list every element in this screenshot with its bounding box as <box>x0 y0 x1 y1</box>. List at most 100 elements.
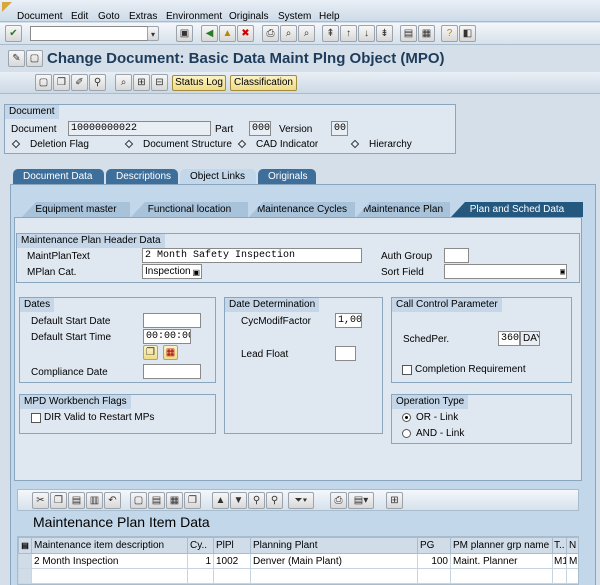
column-header[interactable]: PlPl <box>213 537 251 554</box>
layout-menu-icon[interactable]: ◧ <box>459 25 476 42</box>
paste-icon[interactable]: ▤ <box>68 492 85 509</box>
find-row-icon[interactable]: ⚲ <box>248 492 265 509</box>
copy-document-icon[interactable]: ❐ <box>53 74 70 91</box>
tab-maintenance-plan[interactable]: Maintenance Plan <box>356 202 450 217</box>
empty-cell[interactable] <box>187 568 214 584</box>
first-page-icon[interactable]: ⇞ <box>322 25 339 42</box>
cancel-icon[interactable]: ✖ <box>237 25 254 42</box>
command-field[interactable] <box>30 26 148 41</box>
search-icon[interactable]: ⌕ <box>115 74 132 91</box>
menu-system[interactable]: System <box>278 11 311 22</box>
hierarchy-icon[interactable]: ⊟ <box>151 74 168 91</box>
mplan-cat-dropdown-icon[interactable]: ▣ <box>192 266 200 278</box>
table-cell[interactable]: 100 <box>417 553 451 569</box>
table-cell[interactable]: M <box>566 553 578 569</box>
version-field[interactable]: 00 <box>331 121 348 136</box>
table-cell[interactable]: 1002 <box>213 553 251 569</box>
column-header[interactable]: N <box>566 537 578 554</box>
part-field[interactable]: 000 <box>249 121 271 136</box>
command-dropdown-icon[interactable]: ▾ <box>147 26 159 41</box>
exit-icon[interactable]: ▲ <box>219 25 236 42</box>
empty-cell[interactable] <box>566 568 578 584</box>
table-cell[interactable]: M1 <box>552 553 567 569</box>
paste-insert-icon[interactable]: ▥ <box>86 492 103 509</box>
menu-document[interactable]: Document <box>17 11 63 22</box>
tab-descriptions[interactable]: Descriptions <box>106 169 178 184</box>
print-list-icon[interactable]: ⎙ <box>330 492 347 509</box>
cycmodif-field[interactable]: 1,00 <box>335 313 362 328</box>
lead-float-field[interactable] <box>335 346 356 361</box>
calendar-icon[interactable]: ▦ <box>163 345 178 360</box>
find-next-icon[interactable]: ⌕ <box>298 25 315 42</box>
display-change-icon[interactable]: ✎ <box>8 50 25 67</box>
menu-help[interactable]: Help <box>319 11 340 22</box>
schedper-unit-field[interactable]: DAY <box>520 331 540 346</box>
cut-icon[interactable]: ✂ <box>32 492 49 509</box>
empty-cell[interactable] <box>417 568 451 584</box>
column-header[interactable]: Planning Plant <box>250 537 418 554</box>
delete-row-icon[interactable]: ▦ <box>166 492 183 509</box>
menu-originals[interactable]: Originals <box>229 11 268 22</box>
find-next-row-icon[interactable]: ⚲ <box>266 492 283 509</box>
table-cell[interactable]: Maint. Planner <box>450 553 553 569</box>
empty-cell[interactable] <box>250 568 418 584</box>
layout-icon[interactable]: ⊞ <box>386 492 403 509</box>
menu-extras[interactable]: Extras <box>129 11 157 22</box>
last-page-icon[interactable]: ⇟ <box>376 25 393 42</box>
column-header[interactable]: Cy.. <box>187 537 214 554</box>
tab-document-data[interactable]: Document Data <box>13 169 104 184</box>
empty-cell[interactable] <box>450 568 553 584</box>
row-selector[interactable] <box>18 568 32 584</box>
tab-functional-location[interactable]: Functional location <box>131 202 248 217</box>
copy-icon[interactable]: ❐ <box>143 345 158 360</box>
other-document-icon[interactable]: ▢ <box>26 50 43 67</box>
structure-icon[interactable]: ⊞ <box>133 74 150 91</box>
sort-ascending-icon[interactable]: ▲ <box>212 492 229 509</box>
status-log-button[interactable]: Status Log <box>172 75 226 91</box>
tab-maintenance-cycles[interactable]: Maintenance Cycles <box>249 202 355 217</box>
tab-equipment-master[interactable]: Equipment master <box>22 202 130 217</box>
table-cell[interactable]: Denver (Main Plant) <box>250 553 418 569</box>
column-header[interactable]: Maintenance item description <box>31 537 188 554</box>
new-document-icon[interactable]: ▢ <box>35 74 52 91</box>
edit-icon[interactable]: ✐ <box>71 74 88 91</box>
schedper-field[interactable]: 360 <box>498 331 520 346</box>
export-icon[interactable]: ▤▾ <box>348 492 374 509</box>
table-cell[interactable]: 2 Month Inspection <box>31 553 188 569</box>
shortcut-icon[interactable]: ▦ <box>418 25 435 42</box>
or-link-radio[interactable] <box>402 413 411 422</box>
empty-cell[interactable] <box>31 568 188 584</box>
create-session-icon[interactable]: ▤ <box>400 25 417 42</box>
table-cell[interactable]: 1 <box>187 553 214 569</box>
menu-edit[interactable]: Edit <box>71 11 88 22</box>
duplicate-row-icon[interactable]: ❐ <box>184 492 201 509</box>
enter-icon[interactable]: ✔ <box>5 25 22 42</box>
classification-button[interactable]: Classification <box>230 75 297 91</box>
next-page-icon[interactable]: ↓ <box>358 25 375 42</box>
menu-goto[interactable]: Goto <box>98 11 120 22</box>
filter-icon[interactable]: ⏷▾ <box>288 492 314 509</box>
empty-cell[interactable] <box>213 568 251 584</box>
table-row[interactable]: 2 Month Inspection 1 1002 Denver (Main P… <box>18 553 578 569</box>
find-icon[interactable]: ⌕ <box>280 25 297 42</box>
tab-originals[interactable]: Originals <box>258 169 316 184</box>
select-all-icon[interactable]: ▤ <box>18 537 32 554</box>
sort-field-dropdown-icon[interactable]: ▣ <box>560 266 565 278</box>
sort-descending-icon[interactable]: ▼ <box>230 492 247 509</box>
print-icon[interactable]: ⎙ <box>262 25 279 42</box>
dir-valid-checkbox[interactable] <box>31 413 41 423</box>
tab-object-links[interactable]: Object Links <box>180 169 256 184</box>
compliance-date-field[interactable] <box>143 364 201 379</box>
insert-row-icon[interactable]: ▤ <box>148 492 165 509</box>
row-selector[interactable] <box>18 553 32 569</box>
undo-icon[interactable]: ↶ <box>104 492 121 509</box>
column-header[interactable]: T.. <box>552 537 567 554</box>
auth-group-field[interactable] <box>444 248 469 263</box>
save-icon[interactable]: ▣ <box>176 25 193 42</box>
sort-field-input[interactable]: ▣ <box>444 264 567 279</box>
maintplantext-field[interactable]: 2 Month Safety Inspection <box>142 248 362 263</box>
default-start-date-field[interactable] <box>143 313 201 328</box>
mplan-cat-field[interactable]: Inspection ▣ <box>142 264 202 279</box>
column-header[interactable]: PG <box>417 537 451 554</box>
previous-page-icon[interactable]: ↑ <box>340 25 357 42</box>
